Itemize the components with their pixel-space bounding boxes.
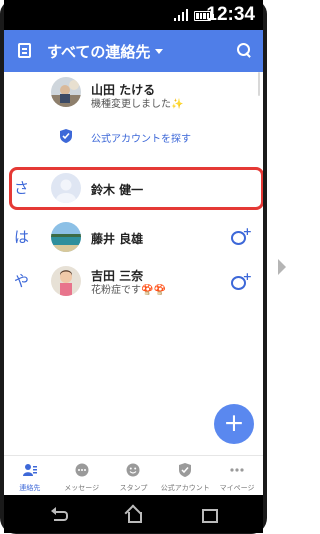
back-icon[interactable] [51, 506, 69, 522]
recent-apps-icon[interactable] [199, 506, 218, 523]
index-letter: は [14, 228, 30, 246]
highlight-frame [9, 167, 263, 210]
tab-label: スタンプ [119, 484, 148, 492]
contact-row-yoshida[interactable]: や 吉田 三奈 花粉症です🍄🍄 + [4, 260, 263, 304]
system-navigation-bar [4, 495, 263, 533]
contact-filter-title[interactable]: すべての連絡先 [47, 41, 150, 62]
phone-frame: 12:34 すべての連絡先 山田 たける 機種変更しました✨ 公式アカウントを探… [0, 0, 267, 534]
contact-name: 藤井 良雄 [91, 232, 144, 246]
next-arrow-icon [278, 259, 286, 275]
avatar [51, 77, 81, 107]
bottom-navigation: 連絡先 メッセージ スタンプ 公式アカウント マイページ [4, 455, 263, 495]
search-icon[interactable] [237, 43, 252, 58]
home-icon[interactable] [125, 506, 143, 523]
contact-list[interactable]: 山田 たける 機種変更しました✨ 公式アカウントを探す さ 鈴木 健一 は 藤井… [4, 72, 263, 455]
chat-bubble-icon [75, 463, 89, 477]
add-friend-icon[interactable]: + [231, 270, 252, 292]
tab-label: マイページ [219, 484, 255, 492]
contacts-book-icon[interactable] [18, 43, 31, 58]
find-official-account-label: 公式アカウントを探す [91, 134, 191, 145]
more-dots-icon [230, 468, 244, 472]
shield-icon [60, 129, 72, 143]
tab-label: メッセージ [64, 484, 100, 492]
find-official-account-link[interactable]: 公式アカウントを探す [4, 122, 263, 150]
contact-status: 機種変更しました✨ [91, 99, 184, 110]
status-bar: 12:34 [4, 0, 263, 30]
smiley-icon [126, 463, 140, 477]
tab-official-accounts[interactable]: 公式アカウント [159, 456, 211, 495]
shield-check-icon [179, 463, 192, 477]
avatar [51, 266, 81, 296]
tab-contacts[interactable]: 連絡先 [4, 456, 56, 495]
tab-label: 連絡先 [19, 484, 41, 492]
avatar [51, 222, 81, 252]
tab-messages[interactable]: メッセージ [56, 456, 108, 495]
signal-icon [174, 9, 188, 21]
contacts-icon [22, 464, 37, 476]
contact-status: 花粉症です🍄🍄 [91, 285, 166, 296]
index-letter: や [14, 272, 30, 290]
contact-row-fujii[interactable]: は 藤井 良雄 + [4, 218, 263, 258]
tab-stamps[interactable]: スタンプ [108, 456, 160, 495]
contact-row-yamada[interactable]: 山田 たける 機種変更しました✨ [4, 72, 263, 114]
tab-my-page[interactable]: マイページ [211, 456, 263, 495]
clock: 12:34 [206, 4, 255, 25]
chevron-down-icon[interactable] [155, 49, 163, 54]
add-button[interactable]: + [214, 404, 254, 444]
app-bar: すべての連絡先 [4, 30, 263, 72]
tab-label: 公式アカウント [160, 484, 210, 492]
add-friend-icon[interactable]: + [231, 225, 252, 247]
